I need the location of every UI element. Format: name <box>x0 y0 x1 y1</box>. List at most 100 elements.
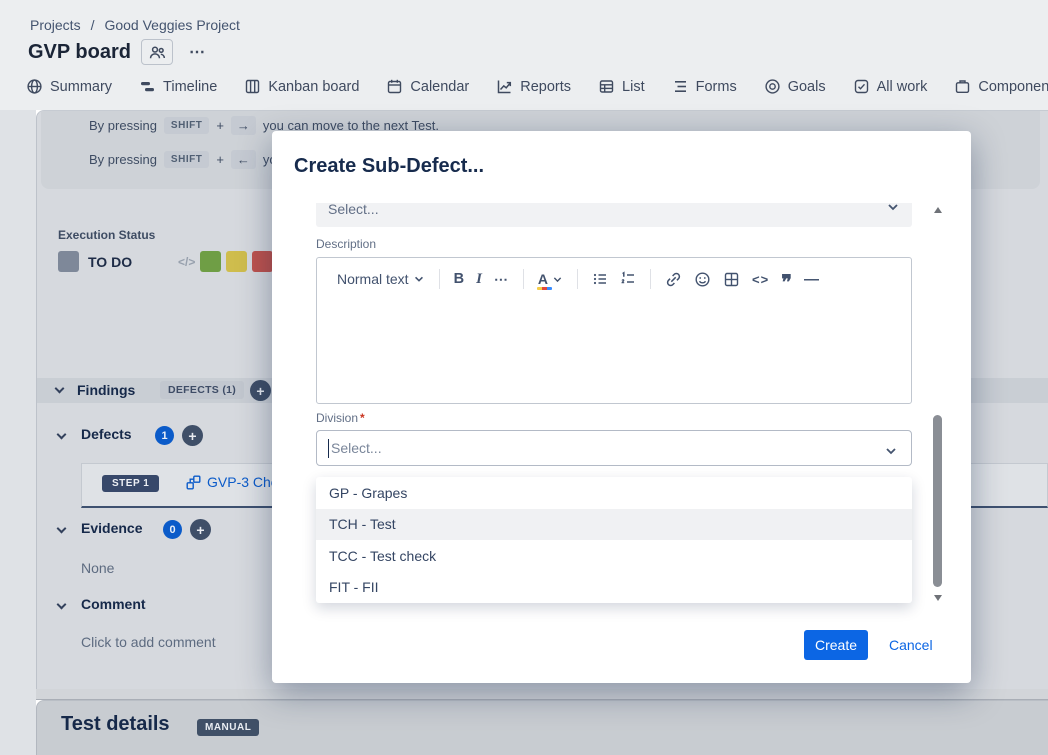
defects-title[interactable]: Defects <box>81 426 132 442</box>
tab-label: Forms <box>696 79 737 95</box>
summary-icon <box>26 78 43 95</box>
board-people-button[interactable] <box>141 39 173 65</box>
toolbar-separator <box>577 269 578 289</box>
tab-kanban-board[interactable]: Kanban board <box>244 78 359 95</box>
text-color-letter: A <box>538 272 548 286</box>
tab-bar: Summary Timeline Kanban board Calendar R… <box>26 78 1048 95</box>
division-options-menu: GP - Grapes TCH - Test TCC - Test check … <box>316 477 912 603</box>
editor-content-area[interactable] <box>317 300 911 404</box>
description-label: Description <box>316 237 376 251</box>
tab-all-work[interactable]: All work <box>853 78 928 95</box>
add-finding-button[interactable]: + <box>250 380 271 401</box>
division-placeholder: Select... <box>331 431 382 465</box>
status-option-caution[interactable] <box>226 251 247 272</box>
option-tch-test[interactable]: TCH - Test <box>316 509 912 541</box>
evidence-title[interactable]: Evidence <box>81 520 142 536</box>
tab-forms[interactable]: Forms <box>672 78 737 95</box>
chevron-down-icon <box>886 203 900 214</box>
shift-key-badge: SHIFT <box>164 151 209 168</box>
page-gutter <box>0 110 36 755</box>
defects-count-badge: DEFECTS (1) <box>160 381 244 399</box>
tab-components[interactable]: Components <box>954 78 1048 95</box>
chevron-down-icon[interactable] <box>57 524 67 534</box>
option-tcc-test-check[interactable]: TCC - Test check <box>316 540 912 572</box>
tab-label: Timeline <box>163 79 217 95</box>
breadcrumb-projects[interactable]: Projects <box>30 17 81 33</box>
add-defect-button[interactable]: + <box>182 425 203 446</box>
chevron-down-icon[interactable] <box>57 430 67 440</box>
code-block-button[interactable]: <> <box>746 272 775 287</box>
chevron-down-icon[interactable] <box>55 384 65 394</box>
top-select-placeholder: Select... <box>328 203 379 227</box>
execution-status-value[interactable]: TO DO <box>88 254 132 270</box>
scrollbar-thumb[interactable] <box>933 415 942 587</box>
arrow-right-key-badge: → <box>231 116 256 135</box>
board-more-button[interactable]: ⋯ <box>183 42 212 62</box>
tab-summary[interactable]: Summary <box>26 78 112 95</box>
comment-title[interactable]: Comment <box>81 596 146 612</box>
breadcrumb-project-name[interactable]: Good Veggies Project <box>104 17 239 33</box>
tab-timeline[interactable]: Timeline <box>139 78 217 95</box>
add-evidence-button[interactable]: + <box>190 519 211 540</box>
people-icon <box>149 45 166 60</box>
code-toggle-icon[interactable]: </> <box>178 255 195 269</box>
hint-text: By pressing <box>89 152 157 167</box>
tab-reports[interactable]: Reports <box>496 78 571 95</box>
text-cursor <box>328 439 329 458</box>
editor-toolbar: Normal text B I ⋯ A <box>317 258 911 300</box>
text-style-dropdown[interactable]: Normal text <box>331 271 431 287</box>
findings-title[interactable]: Findings <box>77 382 135 398</box>
tab-list[interactable]: List <box>598 78 645 95</box>
option-gp-grapes[interactable]: GP - Grapes <box>316 477 912 509</box>
text-color-button[interactable]: A <box>532 272 569 286</box>
status-option-fail[interactable] <box>252 251 273 272</box>
status-color-gray <box>58 251 79 272</box>
page-title: GVP board <box>28 41 131 64</box>
tab-goals[interactable]: Goals <box>764 78 826 95</box>
italic-button[interactable]: I <box>470 271 488 288</box>
modal-scrollbar[interactable] <box>931 205 944 603</box>
forms-icon <box>672 78 689 95</box>
more-formatting-button[interactable]: ⋯ <box>488 271 515 288</box>
add-comment-placeholder[interactable]: Click to add comment <box>81 634 216 650</box>
description-editor[interactable]: Normal text B I ⋯ A <box>316 257 912 404</box>
evidence-count: 0 <box>163 520 182 539</box>
scroll-down-arrow-icon[interactable] <box>934 595 942 601</box>
divider-button[interactable]: — <box>798 271 825 288</box>
breadcrumb: Projects / Good Veggies Project <box>30 17 240 33</box>
hint-text: By pressing <box>89 118 157 133</box>
execution-status-label: Execution Status <box>58 228 155 242</box>
tab-label: Components <box>978 79 1048 95</box>
emoji-button[interactable] <box>688 271 717 288</box>
link-button[interactable] <box>659 271 688 288</box>
numbered-list-button[interactable] <box>614 271 642 287</box>
table-button[interactable] <box>717 271 746 288</box>
goals-icon <box>764 78 781 95</box>
tab-label: Reports <box>520 79 571 95</box>
tab-calendar[interactable]: Calendar <box>386 78 469 95</box>
scroll-up-arrow-icon[interactable] <box>934 207 942 213</box>
timeline-icon <box>139 78 156 95</box>
bold-button[interactable]: B <box>448 271 470 287</box>
cancel-button[interactable]: Cancel <box>889 637 933 653</box>
quote-button[interactable]: ❞ <box>775 270 798 288</box>
option-fit-fii[interactable]: FIT - FII <box>316 572 912 604</box>
text-style-value: Normal text <box>337 271 409 287</box>
toolbar-separator <box>523 269 524 289</box>
tab-label: Summary <box>50 79 112 95</box>
chevron-down-icon[interactable] <box>57 600 67 610</box>
division-label: Division* <box>316 411 365 425</box>
create-button[interactable]: Create <box>804 630 868 660</box>
reports-icon <box>496 78 513 95</box>
tab-label: Calendar <box>410 79 469 95</box>
bullet-list-button[interactable] <box>586 271 614 287</box>
chevron-down-icon <box>884 444 898 458</box>
top-select-clipped[interactable]: Select... <box>316 203 912 227</box>
division-select[interactable]: Select... <box>316 430 912 466</box>
hint-plus: + <box>216 152 224 167</box>
page-header: Projects / Good Veggies Project GVP boar… <box>0 0 1048 110</box>
linked-issue-icon <box>186 475 201 490</box>
status-option-pass[interactable] <box>200 251 221 272</box>
evidence-empty-text: None <box>81 560 114 576</box>
hint-line-previous: By pressing SHIFT + ← you <box>89 150 284 169</box>
